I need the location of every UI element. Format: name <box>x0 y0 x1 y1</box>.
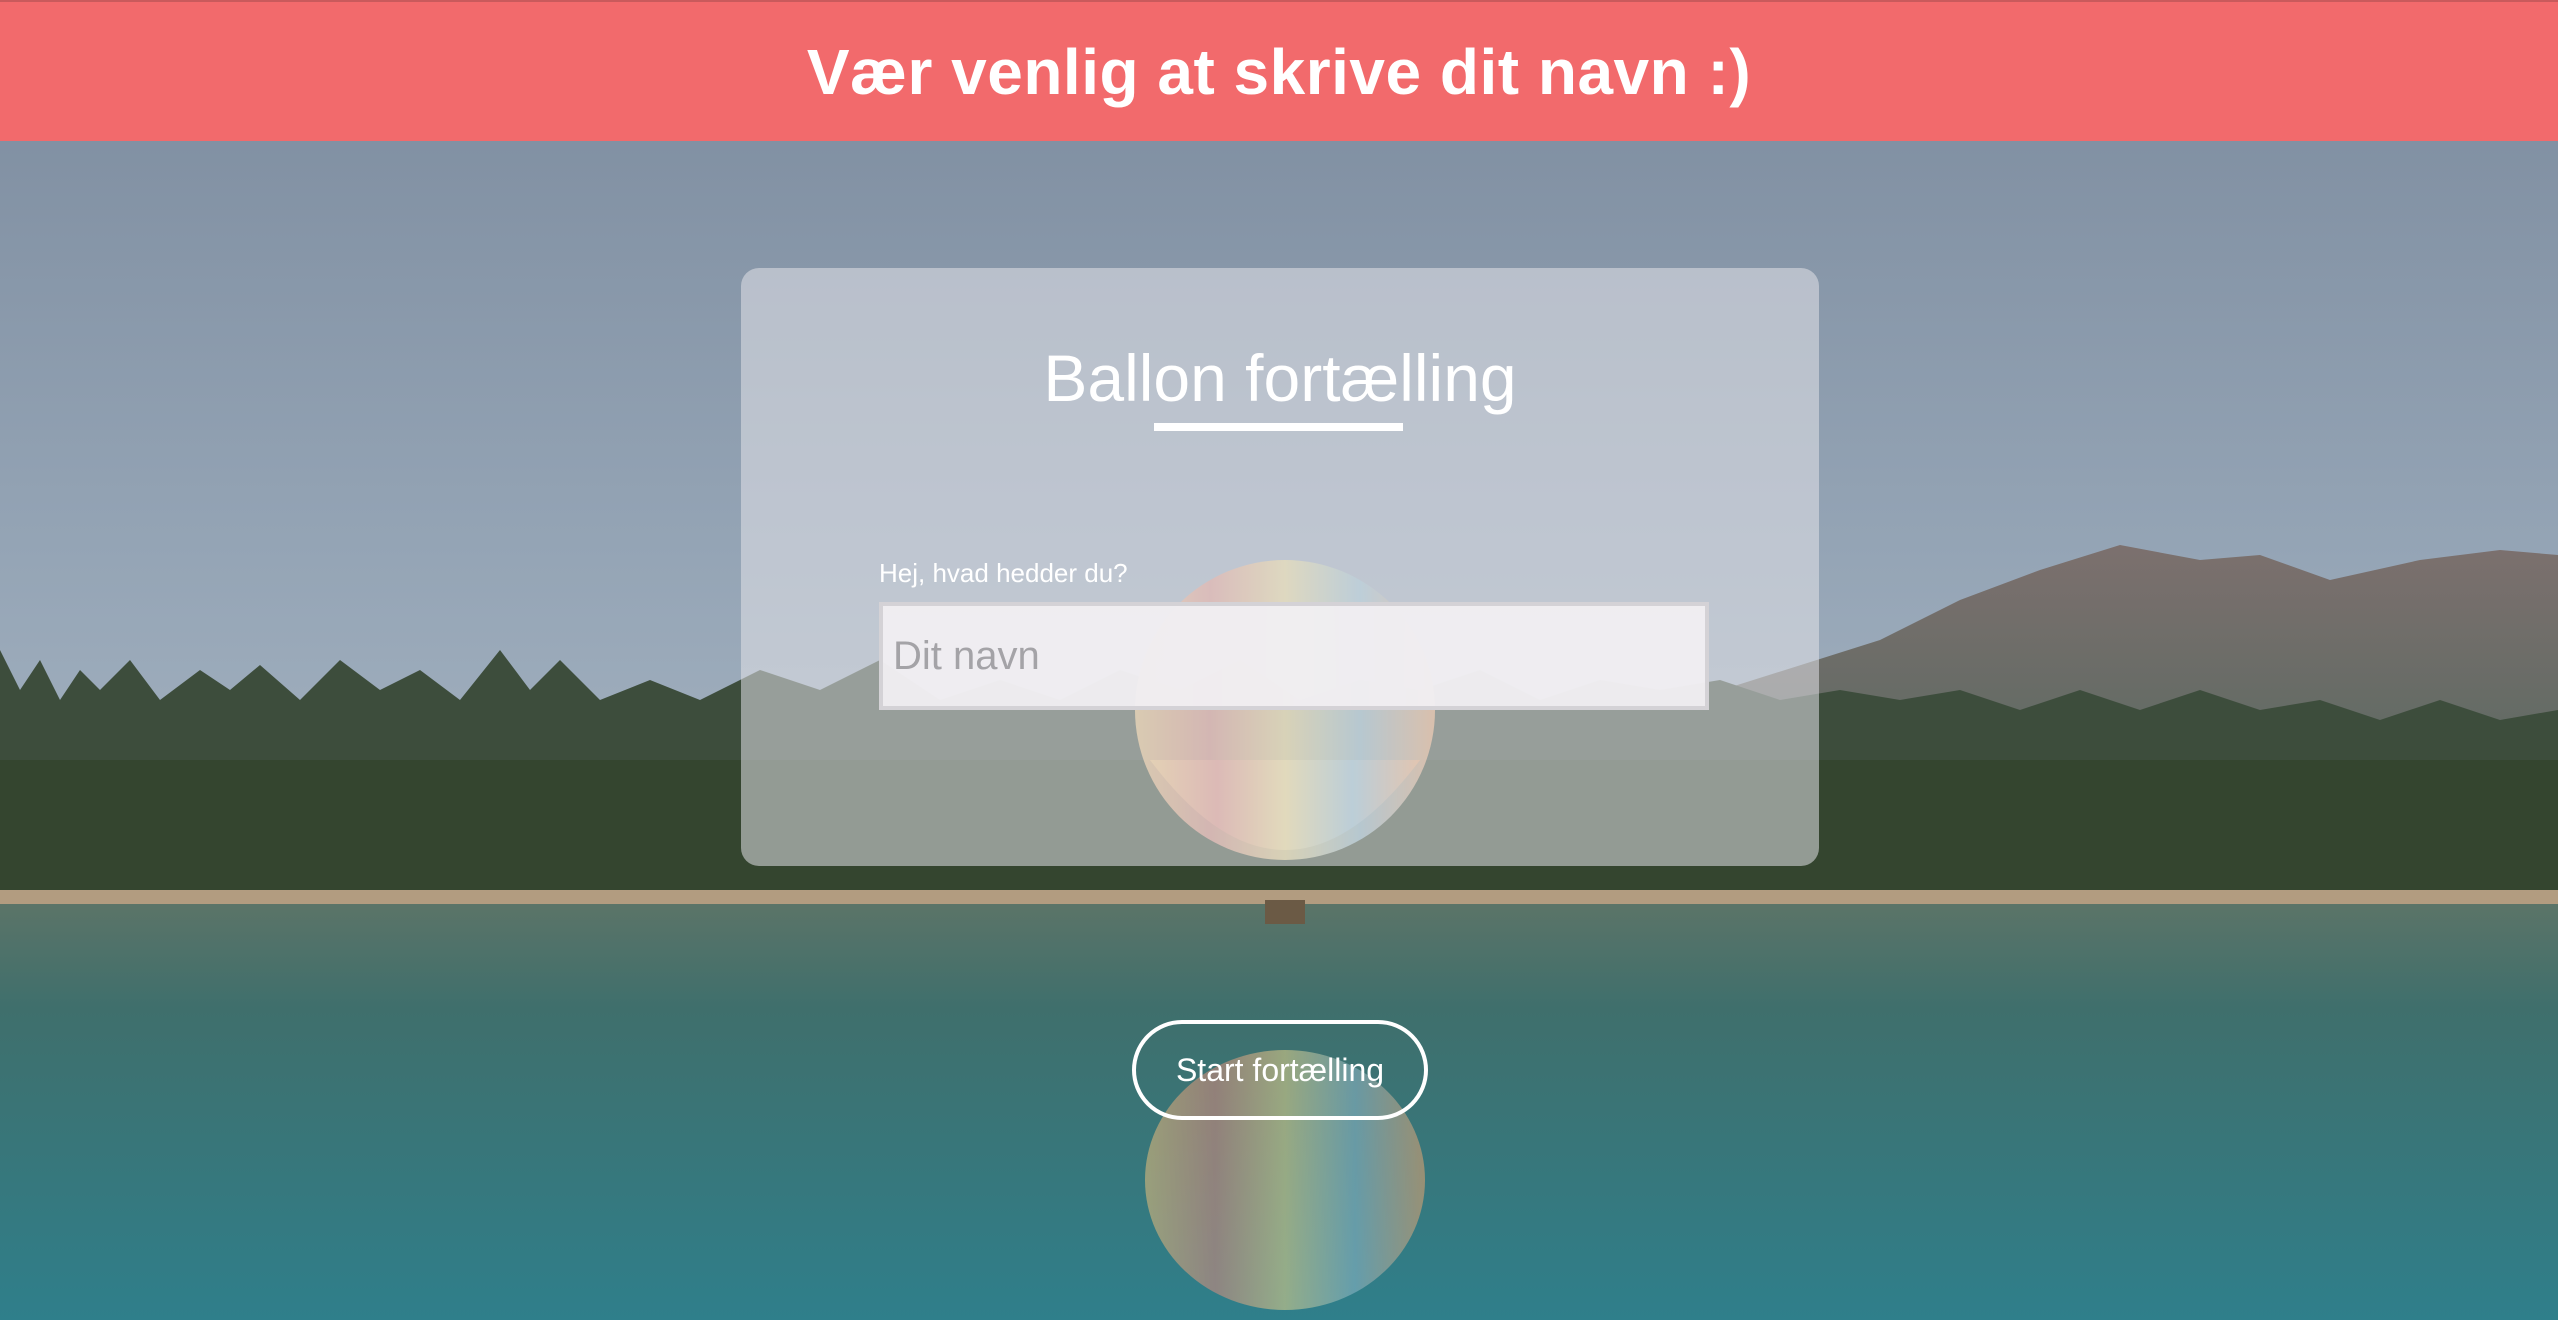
card-title: Ballon fortælling <box>1043 341 1517 415</box>
top-banner: Vær venlig at skrive dit navn :) <box>0 0 2558 141</box>
banner-message: Vær venlig at skrive dit navn :) <box>806 35 1752 108</box>
name-input[interactable] <box>879 602 1709 710</box>
name-field-label: Hej, hvad hedder du? <box>879 558 1128 588</box>
page: Vær venlig at skrive dit navn :) Ballon … <box>0 0 2558 1320</box>
title-underline-divider <box>1154 423 1403 431</box>
name-form-card: Ballon fortælling Hej, hvad hedder du? <box>741 268 1819 866</box>
start-story-button[interactable]: Start fortælling <box>1132 1020 1428 1120</box>
